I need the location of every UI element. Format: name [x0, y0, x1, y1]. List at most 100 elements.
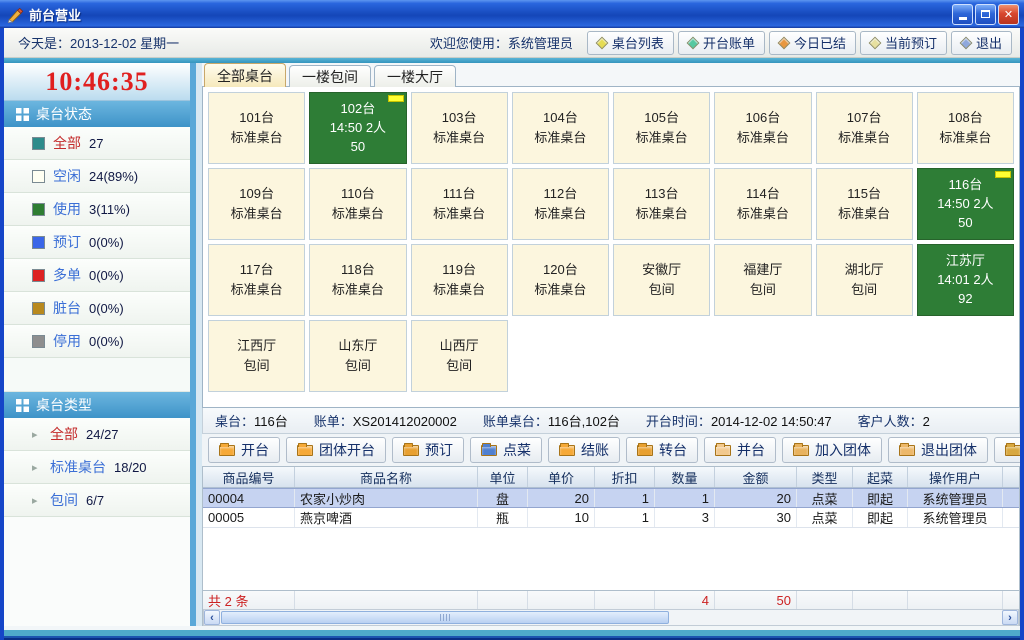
type-item-value: 6/7 [86, 493, 104, 508]
status-item-label: 预订 [53, 232, 81, 252]
type-item-包间[interactable]: ▸包间6/7 [4, 484, 190, 517]
status-swatch-icon [32, 236, 45, 249]
status-section-title: 桌台状态 [36, 104, 92, 124]
topbar-button-label: 开台账单 [703, 33, 755, 52]
table-card-106台[interactable]: 106台标准桌台 [714, 92, 811, 164]
table-card-101台[interactable]: 101台标准桌台 [208, 92, 305, 164]
topbar-button-exit[interactable]: 退出 [951, 31, 1012, 55]
group-open-icon [297, 445, 313, 456]
reserve-button[interactable]: 预订 [392, 437, 464, 463]
open-table-button[interactable]: 开台 [208, 437, 280, 463]
type-item-value: 18/20 [114, 460, 147, 475]
order-cell: 即起 [853, 508, 908, 527]
table-card-江苏厅[interactable]: 江苏厅14:01 2人92 [917, 244, 1014, 316]
card-table-type: 标准桌台 [433, 206, 485, 222]
column-header: 类型 [797, 467, 853, 487]
minimize-button[interactable] [952, 4, 973, 25]
topbar-button-table-list[interactable]: 桌台列表 [587, 31, 674, 55]
status-item-多单[interactable]: 多单0(0%) [4, 259, 190, 292]
card-table-type: 标准桌台 [636, 130, 688, 146]
table-card-119台[interactable]: 119台标准桌台 [411, 244, 508, 316]
table-card-安徽厅[interactable]: 安徽厅包间 [613, 244, 710, 316]
tab-1[interactable]: 全部桌台 [204, 63, 286, 87]
tab-label: 一楼大厅 [387, 67, 443, 87]
table-card-112台[interactable]: 112台标准桌台 [512, 168, 609, 240]
table-card-116台[interactable]: 116台14:50 2人50 [917, 168, 1014, 240]
grid-icon [16, 108, 29, 121]
table-card-103台[interactable]: 103台标准桌台 [411, 92, 508, 164]
table-card-110台[interactable]: 110台标准桌台 [309, 168, 406, 240]
column-header: 折扣 [595, 467, 655, 487]
table-card-104台[interactable]: 104台标准桌台 [512, 92, 609, 164]
table-card-115台[interactable]: 115台标准桌台 [816, 168, 913, 240]
order-cell: 20 [715, 489, 797, 507]
table-card-107台[interactable]: 107台标准桌台 [816, 92, 913, 164]
maximize-button[interactable] [975, 4, 996, 25]
status-item-预订[interactable]: 预订0(0%) [4, 226, 190, 259]
table-card-120台[interactable]: 120台标准桌台 [512, 244, 609, 316]
table-card-山西厅[interactable]: 山西厅包间 [411, 320, 508, 392]
info-field-label: 账单： [314, 414, 353, 429]
table-card-114台[interactable]: 114台标准桌台 [714, 168, 811, 240]
table-card-福建厅[interactable]: 福建厅包间 [714, 244, 811, 316]
table-card-111台[interactable]: 111台标准桌台 [411, 168, 508, 240]
scroll-thumb[interactable] [221, 611, 669, 624]
table-card-108台[interactable]: 108台标准桌台 [917, 92, 1014, 164]
cancel-bill-icon [1005, 445, 1020, 456]
status-item-value: 0(0%) [89, 334, 124, 349]
card-table-name: 114台 [746, 186, 780, 202]
card-amount: 92 [958, 291, 972, 307]
totals-cell [853, 591, 908, 609]
status-item-全部[interactable]: 全部27 [4, 127, 190, 160]
checkout-button[interactable]: 结账 [548, 437, 620, 463]
topbar-button-open-bills[interactable]: 开台账单 [678, 31, 765, 55]
topbar-button-label: 今日已结 [794, 33, 846, 52]
group-open-button[interactable]: 团体开台 [286, 437, 386, 463]
order-icon [481, 445, 497, 456]
table-card-117台[interactable]: 117台标准桌台 [208, 244, 305, 316]
order-row[interactable]: 00004农家小炒肉盘201120点菜即起系统管理员 [203, 488, 1019, 508]
status-item-停用[interactable]: 停用0(0%) [4, 325, 190, 358]
card-table-name: 119台 [442, 262, 476, 278]
table-card-105台[interactable]: 105台标准桌台 [613, 92, 710, 164]
card-table-name: 113台 [645, 186, 679, 202]
order-button[interactable]: 点菜 [470, 437, 542, 463]
type-item-标准桌台[interactable]: ▸标准桌台18/20 [4, 451, 190, 484]
order-cell: 1 [595, 489, 655, 507]
table-card-102台[interactable]: 102台14:50 2人50 [309, 92, 406, 164]
order-cell: 农家小炒肉 [295, 489, 478, 507]
close-button[interactable]: ✕ [998, 4, 1019, 25]
topbar-button-settled-today[interactable]: 今日已结 [769, 31, 856, 55]
type-list: ▸全部24/27▸标准桌台18/20▸包间6/7 [4, 418, 190, 517]
toolbar-button-label: 团体开台 [319, 440, 375, 460]
leave-group-button[interactable]: 退出团体 [888, 437, 988, 463]
type-item-全部[interactable]: ▸全部24/27 [4, 418, 190, 451]
tab-3[interactable]: 一楼大厅 [374, 65, 456, 87]
column-header: 单位 [478, 467, 528, 487]
card-table-name: 福建厅 [743, 262, 782, 278]
order-cell: 即起 [853, 489, 908, 507]
table-card-山东厅[interactable]: 山东厅包间 [309, 320, 406, 392]
card-table-type: 标准桌台 [332, 206, 384, 222]
status-item-空闲[interactable]: 空闲24(89%) [4, 160, 190, 193]
scroll-right-button[interactable]: › [1002, 610, 1018, 625]
table-card-湖北厅[interactable]: 湖北厅包间 [816, 244, 913, 316]
cancel-bill-button[interactable]: 取消账单 [994, 437, 1020, 463]
join-group-button[interactable]: 加入团体 [782, 437, 882, 463]
status-item-value: 0(0%) [89, 268, 124, 283]
status-item-脏台[interactable]: 脏台0(0%) [4, 292, 190, 325]
card-table-name: 110台 [341, 186, 375, 202]
table-card-118台[interactable]: 118台标准桌台 [309, 244, 406, 316]
scroll-left-button[interactable]: ‹ [204, 610, 220, 625]
card-table-name: 112台 [544, 186, 578, 202]
transfer-table-button[interactable]: 转台 [626, 437, 698, 463]
topbar-button-reservations[interactable]: 当前预订 [860, 31, 947, 55]
order-row[interactable]: 00005燕京啤酒瓶101330点菜即起系统管理员 [203, 508, 1019, 528]
tab-2[interactable]: 一楼包间 [289, 65, 371, 87]
table-card-113台[interactable]: 113台标准桌台 [613, 168, 710, 240]
status-item-使用[interactable]: 使用3(11%) [4, 193, 190, 226]
merge-table-button[interactable]: 并台 [704, 437, 776, 463]
tab-label: 全部桌台 [217, 66, 273, 86]
table-card-江西厅[interactable]: 江西厅包间 [208, 320, 305, 392]
table-card-109台[interactable]: 109台标准桌台 [208, 168, 305, 240]
